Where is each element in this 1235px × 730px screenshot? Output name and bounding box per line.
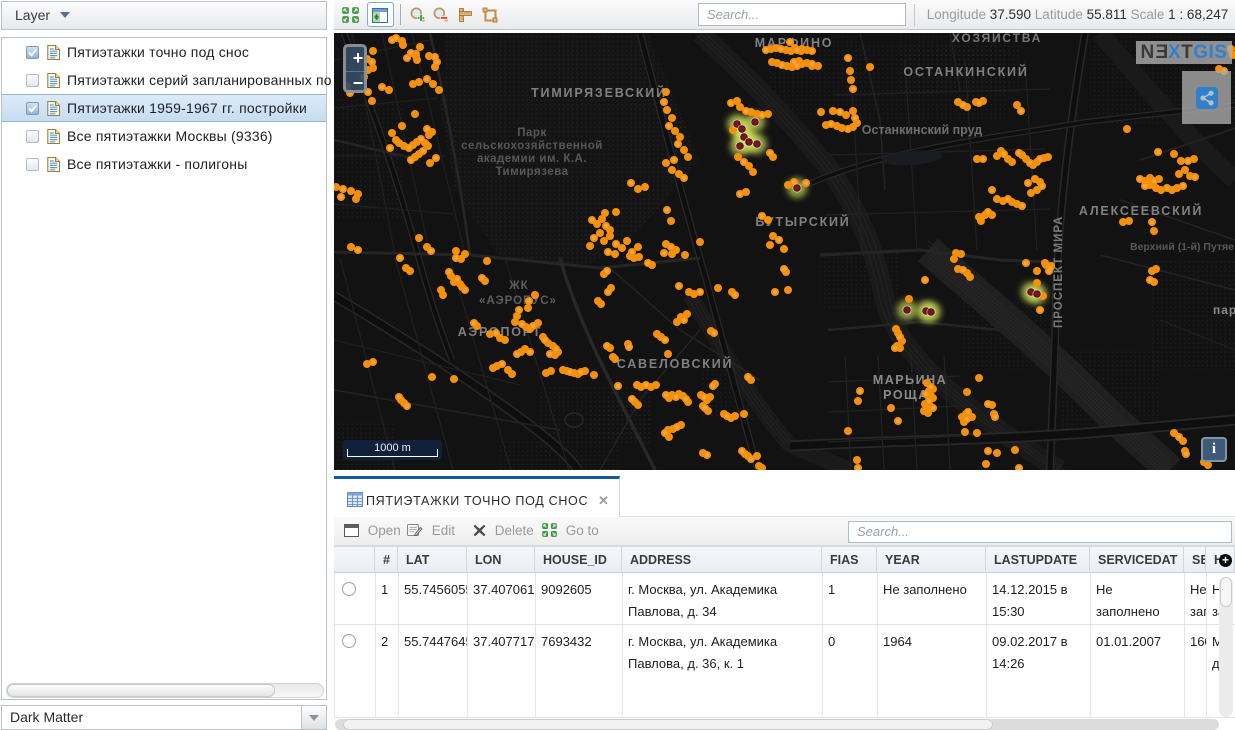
svg-text:ЖК: ЖК xyxy=(508,280,528,292)
svg-text:ТИМИРЯЗЕВСКИЙ: ТИМИРЯЗЕВСКИЙ xyxy=(531,85,667,100)
svg-text:МАРЬИНА: МАРЬИНА xyxy=(873,373,947,387)
svg-text:АЛЕКСЕЕВСКИЙ: АЛЕКСЕЕВСКИЙ xyxy=(1079,203,1203,218)
svg-text:ПРОСПЕКТ МИРА: ПРОСПЕКТ МИРА xyxy=(1053,216,1065,328)
svg-text:«АЭРОБУС»: «АЭРОБУС» xyxy=(479,295,557,307)
svg-text:САВЕЛОВСКИЙ: САВЕЛОВСКИЙ xyxy=(617,356,734,371)
svg-text:Верхний (1-й) Путяе: Верхний (1-й) Путяе xyxy=(1130,241,1234,253)
svg-text:ОСТАНКИНСКИЙ: ОСТАНКИНСКИЙ xyxy=(903,64,1028,79)
svg-text:сельскохозяйственной: сельскохозяйственной xyxy=(461,140,603,152)
svg-text:Парк: Парк xyxy=(517,127,546,139)
svg-text:Останкинский пруд: Останкинский пруд xyxy=(862,123,983,137)
svg-text:ХОЗЯЙСТВА: ХОЗЯЙСТВА xyxy=(952,33,1042,45)
svg-text:академии им. К.А.: академии им. К.А. xyxy=(477,153,587,165)
svg-text:РОЩА: РОЩА xyxy=(883,388,929,402)
svg-text:Тимирязева: Тимирязева xyxy=(495,166,568,178)
svg-text:пар: пар xyxy=(1213,303,1235,317)
